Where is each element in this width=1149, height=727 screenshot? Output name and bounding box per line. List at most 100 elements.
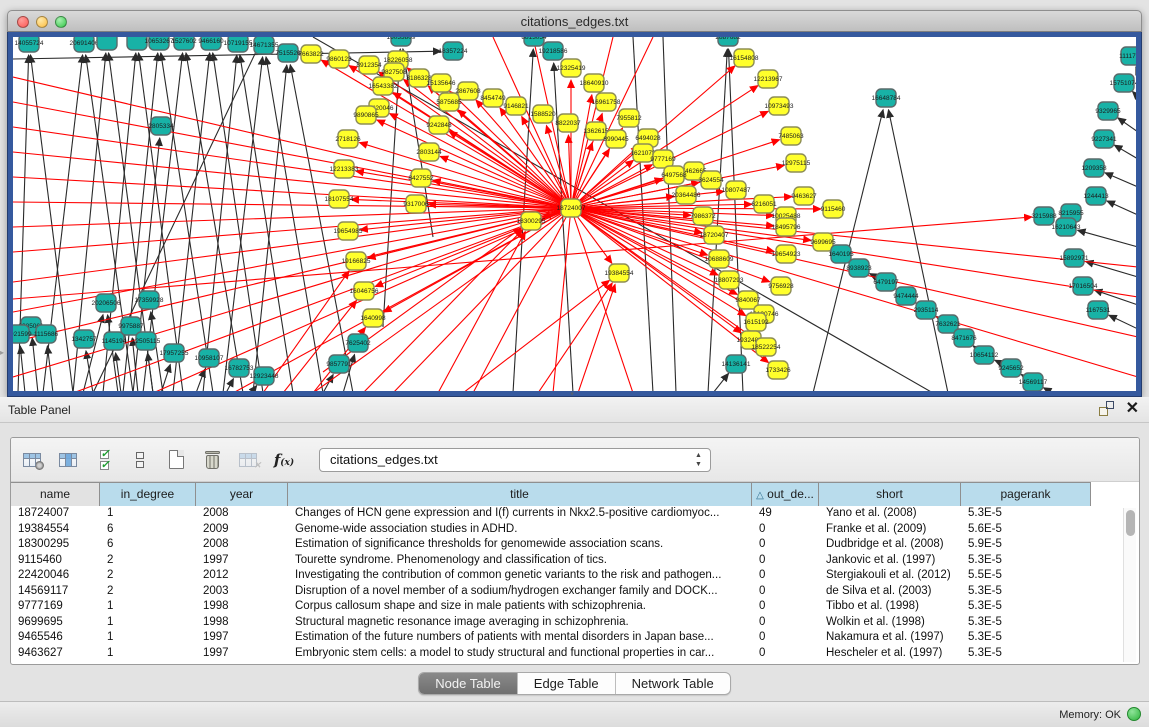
cell-pagerank[interactable]: 5.3E-5 bbox=[961, 599, 1091, 615]
cell-name[interactable]: 9115460 bbox=[11, 553, 100, 569]
cell-name[interactable]: 9777169 bbox=[11, 599, 100, 615]
column-header-pagerank[interactable]: pagerank bbox=[961, 482, 1091, 506]
tab-network-table[interactable]: Network Table bbox=[616, 673, 730, 694]
cell-out-de-[interactable]: 0 bbox=[752, 568, 819, 584]
cell-out-de-[interactable]: 0 bbox=[752, 599, 819, 615]
cell-name[interactable]: 19384554 bbox=[11, 522, 100, 538]
graph-node[interactable] bbox=[97, 37, 117, 50]
cell-short[interactable]: de Silva et al. (2003) bbox=[819, 584, 961, 600]
cell-name[interactable]: 9699695 bbox=[11, 615, 100, 631]
cell-out-de-[interactable]: 49 bbox=[752, 506, 819, 522]
cell-in-degree[interactable]: 1 bbox=[100, 506, 196, 522]
cell-out-de-[interactable]: 0 bbox=[752, 615, 819, 631]
cell-short[interactable]: Nakamura et al. (1997) bbox=[819, 630, 961, 646]
close-panel-icon[interactable]: ✕ bbox=[1126, 401, 1139, 416]
function-builder-button[interactable]: f(x) bbox=[271, 447, 297, 473]
column-header-in-degree[interactable]: in_degree bbox=[100, 482, 196, 506]
cell-title[interactable]: Estimation of the future numbers of pati… bbox=[288, 630, 752, 646]
cell-in-degree[interactable]: 2 bbox=[100, 584, 196, 600]
unselect-rows-button[interactable] bbox=[127, 447, 153, 473]
window-titlebar[interactable]: citations_edges.txt bbox=[7, 10, 1142, 32]
cell-pagerank[interactable]: 5.6E-5 bbox=[961, 522, 1091, 538]
cell-in-degree[interactable]: 2 bbox=[100, 553, 196, 569]
cell-pagerank[interactable]: 5.3E-5 bbox=[961, 553, 1091, 569]
cell-out-de-[interactable]: 0 bbox=[752, 630, 819, 646]
cell-short[interactable]: Franke et al. (2009) bbox=[819, 522, 961, 538]
cell-out-de-[interactable]: 0 bbox=[752, 522, 819, 538]
table-row[interactable]: 911546021997Tourette syndrome. Phenomeno… bbox=[11, 553, 1101, 569]
cell-in-degree[interactable]: 2 bbox=[100, 568, 196, 584]
column-header-title[interactable]: title bbox=[288, 482, 752, 506]
table-row[interactable]: 1872400712008Changes of HCN gene express… bbox=[11, 506, 1101, 522]
table-settings-button[interactable] bbox=[19, 447, 45, 473]
cell-name[interactable]: 14569117 bbox=[11, 584, 100, 600]
table-row[interactable]: 977716911998Corpus callosum shape and si… bbox=[11, 599, 1101, 615]
cell-in-degree[interactable]: 1 bbox=[100, 646, 196, 662]
cell-short[interactable]: Wolkin et al. (1998) bbox=[819, 615, 961, 631]
scrollbar-thumb[interactable] bbox=[1126, 510, 1135, 536]
cell-short[interactable]: Yano et al. (2008) bbox=[819, 506, 961, 522]
cell-pagerank[interactable]: 5.5E-5 bbox=[961, 568, 1091, 584]
column-header-short[interactable]: short bbox=[819, 482, 961, 506]
cell-year[interactable]: 2012 bbox=[196, 568, 288, 584]
cell-out-de-[interactable]: 0 bbox=[752, 553, 819, 569]
cell-name[interactable]: 18724007 bbox=[11, 506, 100, 522]
cell-name[interactable]: 9463627 bbox=[11, 646, 100, 662]
cell-year[interactable]: 1997 bbox=[196, 630, 288, 646]
float-window-icon[interactable] bbox=[1099, 401, 1114, 416]
cell-in-degree[interactable]: 6 bbox=[100, 537, 196, 553]
cell-title[interactable]: Disruption of a novel member of a sodium… bbox=[288, 584, 752, 600]
cell-year[interactable]: 1998 bbox=[196, 615, 288, 631]
create-column-button[interactable] bbox=[163, 447, 189, 473]
column-header-year[interactable]: year bbox=[196, 482, 288, 506]
select-all-button[interactable] bbox=[91, 447, 117, 473]
delete-column-button[interactable] bbox=[199, 447, 225, 473]
cell-pagerank[interactable]: 5.9E-5 bbox=[961, 537, 1091, 553]
cell-pagerank[interactable]: 5.3E-5 bbox=[961, 630, 1091, 646]
cell-name[interactable]: 22420046 bbox=[11, 568, 100, 584]
cell-pagerank[interactable]: 5.3E-5 bbox=[961, 584, 1091, 600]
tab-edge-table[interactable]: Edge Table bbox=[518, 673, 616, 694]
cell-year[interactable]: 1997 bbox=[196, 553, 288, 569]
left-collapse-arrow-icon[interactable]: ▸ bbox=[0, 348, 7, 358]
cell-short[interactable]: Jankovic et al. (1997) bbox=[819, 553, 961, 569]
cell-year[interactable]: 1998 bbox=[196, 599, 288, 615]
cell-year[interactable]: 2008 bbox=[196, 506, 288, 522]
cell-year[interactable]: 2008 bbox=[196, 537, 288, 553]
table-row[interactable]: 969969511998Structural magnetic resonanc… bbox=[11, 615, 1101, 631]
cell-title[interactable]: Investigating the contribution of common… bbox=[288, 568, 752, 584]
cell-title[interactable]: Tourette syndrome. Phenomenology and cla… bbox=[288, 553, 752, 569]
cell-pagerank[interactable]: 5.3E-5 bbox=[961, 615, 1091, 631]
cell-title[interactable]: Changes of HCN gene expression and I(f) … bbox=[288, 506, 752, 522]
vertical-scrollbar[interactable] bbox=[1123, 508, 1136, 662]
cell-in-degree[interactable]: 6 bbox=[100, 522, 196, 538]
table-selector-combobox[interactable]: citations_edges.txt ▲▼ bbox=[319, 448, 711, 472]
cell-in-degree[interactable]: 1 bbox=[100, 599, 196, 615]
cell-title[interactable]: Embryonic stem cells: a model to study s… bbox=[288, 646, 752, 662]
column-header-out-de-[interactable]: △ out_de... bbox=[752, 482, 819, 506]
table-row[interactable]: 1456911722003Disruption of a novel membe… bbox=[11, 584, 1101, 600]
table-row[interactable]: 1938455462009Genome-wide association stu… bbox=[11, 522, 1101, 538]
table-row[interactable]: 946554611997Estimation of the future num… bbox=[11, 630, 1101, 646]
tab-node-table[interactable]: Node Table bbox=[419, 673, 518, 694]
cell-short[interactable]: Tibbo et al. (1998) bbox=[819, 599, 961, 615]
cell-out-de-[interactable]: 0 bbox=[752, 537, 819, 553]
cell-title[interactable]: Genome-wide association studies in ADHD. bbox=[288, 522, 752, 538]
cell-out-de-[interactable]: 0 bbox=[752, 584, 819, 600]
cell-in-degree[interactable]: 1 bbox=[100, 615, 196, 631]
column-header-name[interactable]: name bbox=[11, 482, 100, 506]
cell-pagerank[interactable]: 5.3E-5 bbox=[961, 506, 1091, 522]
cell-year[interactable]: 2009 bbox=[196, 522, 288, 538]
network-canvas[interactable]: 1872400718300295193845547663822986012389… bbox=[13, 37, 1136, 391]
cell-in-degree[interactable]: 1 bbox=[100, 630, 196, 646]
table-row[interactable]: 1830029562008Estimation of significance … bbox=[11, 537, 1101, 553]
cell-year[interactable]: 1997 bbox=[196, 646, 288, 662]
show-columns-button[interactable] bbox=[55, 447, 81, 473]
cell-short[interactable]: Hescheler et al. (1997) bbox=[819, 646, 961, 662]
citation-graph[interactable]: 1872400718300295193845547663822986012389… bbox=[13, 37, 1136, 391]
cell-out-de-[interactable]: 0 bbox=[752, 646, 819, 662]
cell-name[interactable]: 9465546 bbox=[11, 630, 100, 646]
cell-title[interactable]: Corpus callosum shape and size in male p… bbox=[288, 599, 752, 615]
cell-short[interactable]: Dudbridge et al. (2008) bbox=[819, 537, 961, 553]
table-row[interactable]: 946362711997Embryonic stem cells: a mode… bbox=[11, 646, 1101, 662]
